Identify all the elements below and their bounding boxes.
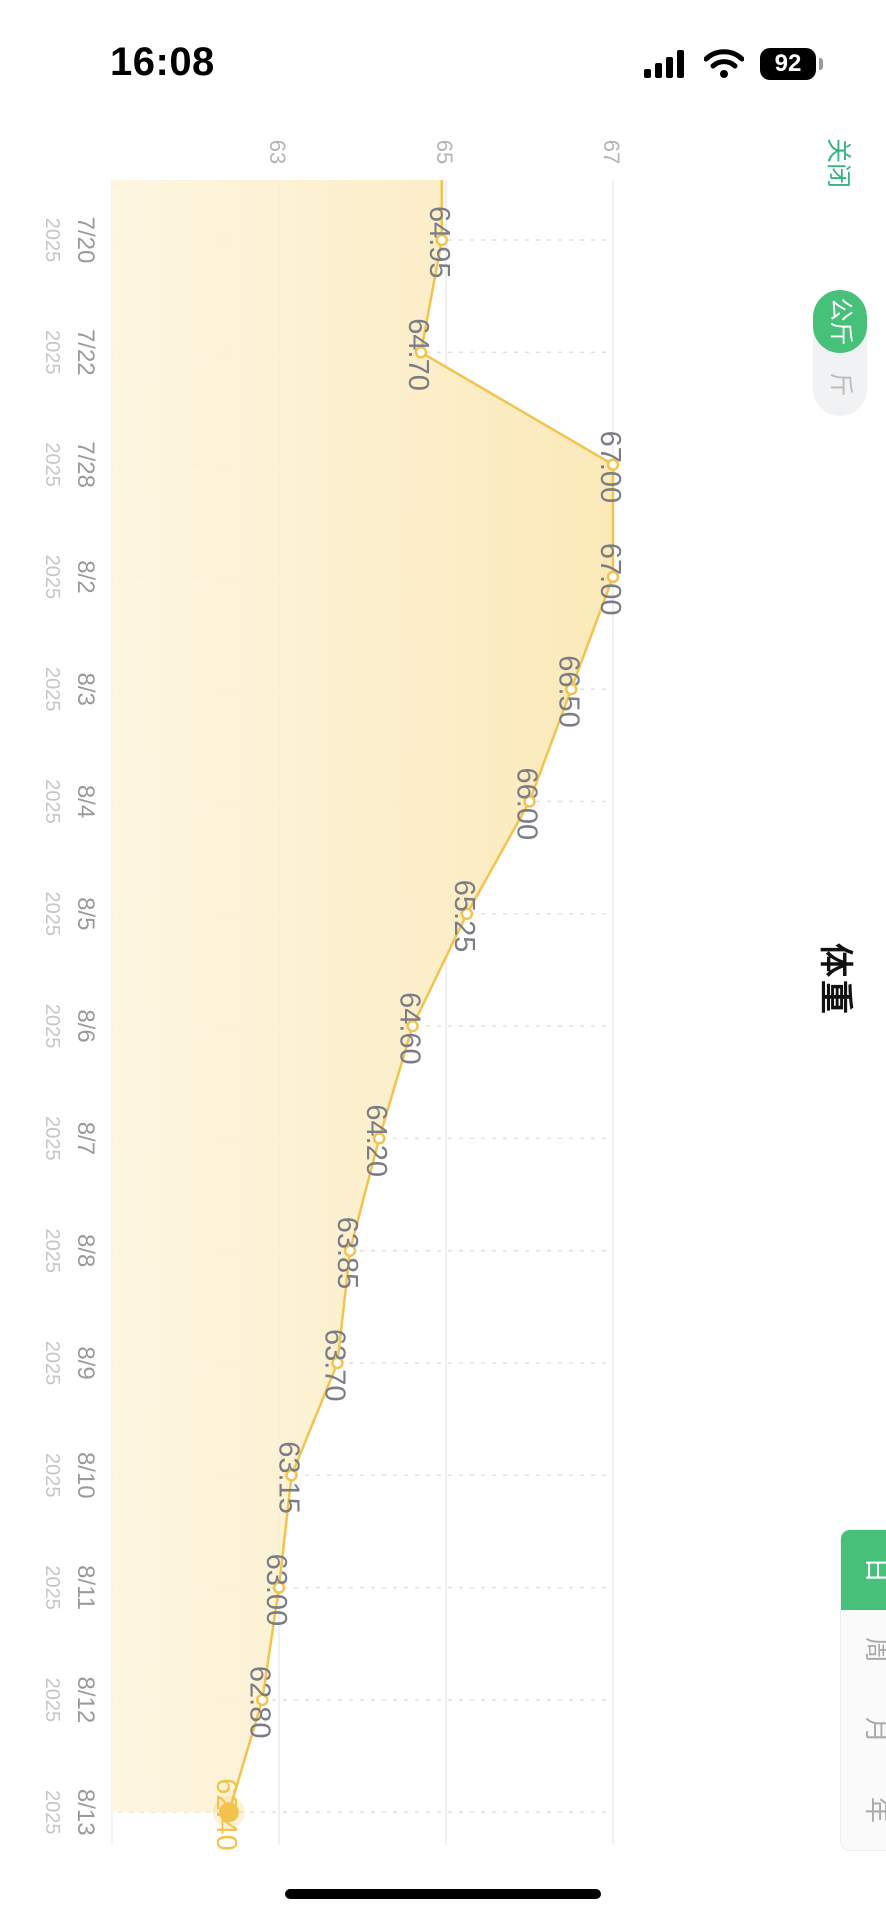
home-indicator xyxy=(285,1889,601,1899)
date-label: 8/8 xyxy=(72,1234,99,1267)
tick-label: 67 xyxy=(599,140,624,164)
tab-day[interactable]: 日 xyxy=(841,1530,886,1610)
year-label: 2025 xyxy=(41,779,63,824)
year-label: 2025 xyxy=(41,442,63,487)
year-label: 2025 xyxy=(41,1565,63,1610)
value-label: 63.15 xyxy=(273,1441,305,1514)
year-label: 2025 xyxy=(41,330,63,375)
value-label: 63.85 xyxy=(331,1217,363,1290)
date-label: 8/11 xyxy=(72,1565,99,1610)
value-label: 64.60 xyxy=(394,992,426,1065)
year-label: 2025 xyxy=(41,1678,63,1723)
year-label: 2025 xyxy=(41,1453,63,1498)
tab-month[interactable]: 月 xyxy=(841,1690,886,1770)
area-fill xyxy=(112,180,613,1813)
year-label: 2025 xyxy=(41,1004,63,1049)
date-label: 7/22 xyxy=(72,329,99,376)
year-label: 2025 xyxy=(41,218,63,263)
period-tabs[interactable]: 日 周 月 年 xyxy=(840,1529,886,1851)
date-label: 8/6 xyxy=(72,1009,99,1042)
unit-option-kg[interactable]: 公斤 xyxy=(813,290,867,353)
value-label: 66.50 xyxy=(552,655,584,728)
unit-toggle[interactable]: 公斤 斤 xyxy=(813,290,867,416)
value-label: 63.00 xyxy=(260,1554,292,1627)
date-label: 8/9 xyxy=(72,1346,99,1379)
value-label: 62.80 xyxy=(243,1666,275,1739)
date-label: 8/7 xyxy=(72,1122,99,1155)
date-label: 8/10 xyxy=(72,1452,99,1499)
value-label: 64.95 xyxy=(423,206,455,279)
unit-option-jin[interactable]: 斤 xyxy=(813,353,867,416)
value-label: 64.70 xyxy=(402,318,434,391)
page-title: 体重 xyxy=(816,943,854,1017)
date-label: 7/20 xyxy=(72,217,99,264)
value-label: 67.00 xyxy=(594,543,626,616)
year-label: 2025 xyxy=(41,892,63,937)
year-label: 2025 xyxy=(41,1228,63,1273)
date-label: 8/12 xyxy=(72,1677,99,1724)
value-label: 64.20 xyxy=(360,1104,392,1177)
date-label: 8/2 xyxy=(72,560,99,593)
value-label: 63.70 xyxy=(318,1329,350,1402)
value-label: 67.00 xyxy=(594,431,626,504)
date-label: 8/13 xyxy=(72,1789,99,1836)
value-label: 66.00 xyxy=(511,768,543,841)
close-button[interactable]: 关闭 xyxy=(823,133,853,193)
year-label: 2025 xyxy=(41,1341,63,1386)
year-label: 2025 xyxy=(41,667,63,712)
year-label: 2025 xyxy=(41,1116,63,1161)
year-label: 2025 xyxy=(41,1790,63,1835)
tick-label: 63 xyxy=(265,140,290,164)
date-label: 8/3 xyxy=(72,673,99,706)
value-label: 62.40 xyxy=(210,1778,242,1851)
date-label: 8/5 xyxy=(72,897,99,930)
tab-year[interactable]: 年 xyxy=(841,1770,886,1850)
year-label: 2025 xyxy=(41,555,63,600)
value-label: 65.25 xyxy=(448,880,480,953)
date-label: 8/4 xyxy=(72,785,99,818)
date-label: 7/28 xyxy=(72,441,99,488)
tick-label: 65 xyxy=(432,140,457,164)
weight-chart: 64.95 64.70 67.00 67.00 66.50 66.00 65.25 64.60… xyxy=(41,140,626,1851)
tab-week[interactable]: 周 xyxy=(841,1610,886,1690)
